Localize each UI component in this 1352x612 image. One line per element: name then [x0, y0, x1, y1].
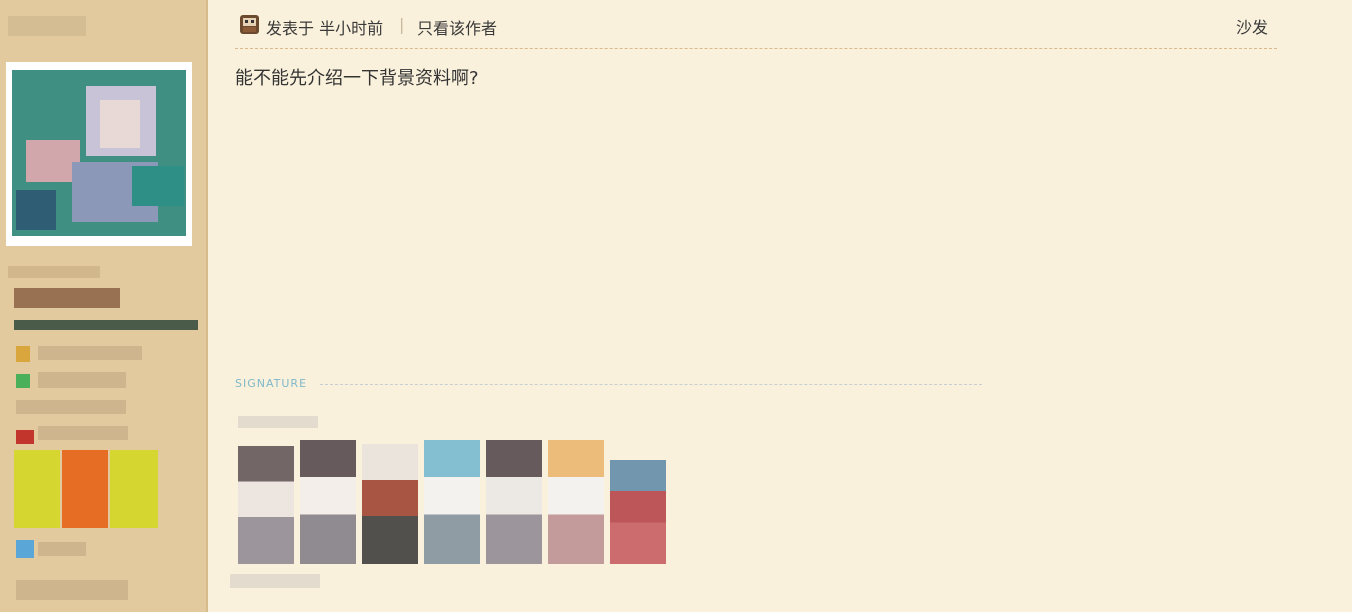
- blue-icon: [16, 540, 34, 558]
- author-avatar-icon[interactable]: [240, 15, 259, 34]
- avatar[interactable]: [12, 70, 186, 236]
- user-info-line: [38, 372, 126, 388]
- user-medal-row: [14, 288, 120, 308]
- user-info-line: [16, 400, 126, 414]
- signature-label: SIGNATURE: [235, 377, 308, 390]
- separator: |: [399, 15, 405, 34]
- post: 发表于 半小时前 | 只看该作者 沙发 能不能先介绍一下背景资料啊? SIGNA…: [208, 0, 1352, 612]
- user-info-line: [38, 426, 128, 440]
- badge-icon: [14, 450, 60, 528]
- signature-image: [230, 414, 678, 594]
- post-header: 发表于 半小时前 | 只看该作者 沙发: [235, 12, 1277, 49]
- gold-icon: [16, 346, 30, 362]
- user-info-line: [16, 580, 128, 600]
- green-gem-icon: [16, 374, 30, 388]
- red-heart-icon: [16, 430, 34, 444]
- post-content: 能不能先介绍一下背景资料啊?: [235, 68, 479, 89]
- badge-icon: [110, 450, 158, 528]
- user-stats-row: [8, 266, 100, 278]
- user-sidebar: [0, 0, 208, 612]
- user-level-bar: [14, 320, 198, 330]
- badge-icon: [62, 450, 108, 528]
- signature-divider: [320, 384, 982, 385]
- user-info-line: [38, 346, 142, 360]
- only-author-link[interactable]: 只看该作者: [417, 15, 497, 39]
- username[interactable]: [8, 16, 86, 36]
- floor-number[interactable]: 沙发: [1236, 14, 1268, 38]
- user-info-line: [38, 542, 86, 556]
- post-time: 发表于 半小时前: [266, 19, 384, 38]
